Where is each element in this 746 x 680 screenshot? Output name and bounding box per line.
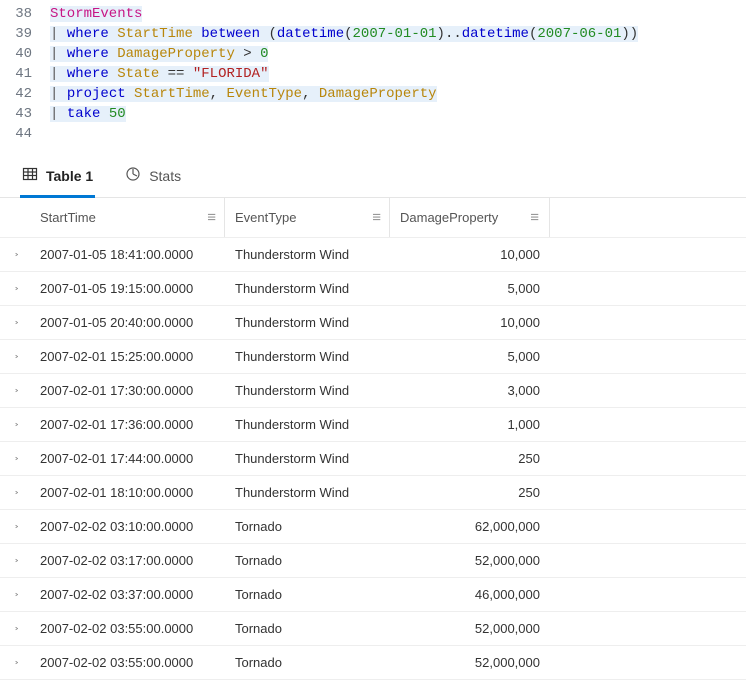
expand-row-icon[interactable]: ⌄ <box>0 316 30 329</box>
cell-eventtype: Thunderstorm Wind <box>225 417 390 432</box>
line-number: 40 <box>0 44 50 64</box>
cell-starttime: 2007-02-01 17:30:00.0000 <box>30 383 225 398</box>
cell-eventtype: Thunderstorm Wind <box>225 383 390 398</box>
cell-starttime: 2007-02-02 03:37:00.0000 <box>30 587 225 602</box>
grid-header: StartTime ≡ EventType ≡ DamageProperty ≡ <box>0 198 746 238</box>
cell-eventtype: Tornado <box>225 655 390 670</box>
expand-row-icon[interactable]: ⌄ <box>0 418 30 431</box>
cell-eventtype: Thunderstorm Wind <box>225 349 390 364</box>
column-header-eventtype[interactable]: EventType ≡ <box>225 198 390 237</box>
table-row[interactable]: ⌄2007-02-02 03:55:00.0000Tornado52,000,0… <box>0 612 746 646</box>
line-number: 38 <box>0 4 50 24</box>
cell-starttime: 2007-01-05 19:15:00.0000 <box>30 281 225 296</box>
line-number: 41 <box>0 64 50 84</box>
stats-icon <box>125 166 141 185</box>
expand-row-icon[interactable]: ⌄ <box>0 384 30 397</box>
cell-starttime: 2007-02-02 03:17:00.0000 <box>30 553 225 568</box>
table-row[interactable]: ⌄2007-02-02 03:37:00.0000Tornado46,000,0… <box>0 578 746 612</box>
cell-damageproperty: 10,000 <box>390 247 550 262</box>
cell-damageproperty: 52,000,000 <box>390 621 550 636</box>
cell-starttime: 2007-02-02 03:55:00.0000 <box>30 655 225 670</box>
cell-eventtype: Thunderstorm Wind <box>225 281 390 296</box>
cell-damageproperty: 62,000,000 <box>390 519 550 534</box>
table-row[interactable]: ⌄2007-01-05 19:15:00.0000Thunderstorm Wi… <box>0 272 746 306</box>
expand-row-icon[interactable]: ⌄ <box>0 554 30 567</box>
cell-starttime: 2007-01-05 18:41:00.0000 <box>30 247 225 262</box>
expand-row-icon[interactable]: ⌄ <box>0 520 30 533</box>
cell-damageproperty: 250 <box>390 451 550 466</box>
cell-eventtype: Tornado <box>225 621 390 636</box>
cell-damageproperty: 10,000 <box>390 315 550 330</box>
table-row[interactable]: ⌄2007-02-02 03:17:00.0000Tornado52,000,0… <box>0 544 746 578</box>
cell-damageproperty: 3,000 <box>390 383 550 398</box>
cell-starttime: 2007-02-01 15:25:00.0000 <box>30 349 225 364</box>
cell-eventtype: Thunderstorm Wind <box>225 315 390 330</box>
cell-damageproperty: 5,000 <box>390 349 550 364</box>
tab-stats[interactable]: Stats <box>123 160 183 198</box>
cell-starttime: 2007-02-01 17:44:00.0000 <box>30 451 225 466</box>
column-menu-icon[interactable]: ≡ <box>207 209 216 226</box>
table-row[interactable]: ⌄2007-02-01 17:30:00.0000Thunderstorm Wi… <box>0 374 746 408</box>
cell-starttime: 2007-01-05 20:40:00.0000 <box>30 315 225 330</box>
column-menu-icon[interactable]: ≡ <box>372 209 381 226</box>
cell-starttime: 2007-02-01 17:36:00.0000 <box>30 417 225 432</box>
table-row[interactable]: ⌄2007-02-02 03:10:00.0000Tornado62,000,0… <box>0 510 746 544</box>
line-number: 43 <box>0 104 50 124</box>
cell-damageproperty: 52,000,000 <box>390 655 550 670</box>
table-icon <box>22 166 38 185</box>
expand-row-icon[interactable]: ⌄ <box>0 656 30 669</box>
expand-row-icon[interactable]: ⌄ <box>0 452 30 465</box>
cell-damageproperty: 1,000 <box>390 417 550 432</box>
result-tabs: Table 1 Stats <box>0 152 746 198</box>
cell-starttime: 2007-02-02 03:55:00.0000 <box>30 621 225 636</box>
table-row[interactable]: ⌄2007-02-01 18:10:00.0000Thunderstorm Wi… <box>0 476 746 510</box>
table-row[interactable]: ⌄2007-01-05 18:41:00.0000Thunderstorm Wi… <box>0 238 746 272</box>
column-header-starttime[interactable]: StartTime ≡ <box>30 198 225 237</box>
line-number: 44 <box>0 124 50 144</box>
expand-row-icon[interactable]: ⌄ <box>0 350 30 363</box>
tab-table[interactable]: Table 1 <box>20 160 95 198</box>
query-editor[interactable]: 38 StormEvents 39 | where StartTime betw… <box>0 0 746 152</box>
cell-eventtype: Tornado <box>225 553 390 568</box>
table-row[interactable]: ⌄2007-02-01 17:44:00.0000Thunderstorm Wi… <box>0 442 746 476</box>
tab-label: Stats <box>149 168 181 184</box>
cell-damageproperty: 52,000,000 <box>390 553 550 568</box>
cell-starttime: 2007-02-02 03:10:00.0000 <box>30 519 225 534</box>
expand-row-icon[interactable]: ⌄ <box>0 486 30 499</box>
expand-row-icon[interactable]: ⌄ <box>0 622 30 635</box>
cell-eventtype: Thunderstorm Wind <box>225 451 390 466</box>
table-row[interactable]: ⌄2007-02-01 17:36:00.0000Thunderstorm Wi… <box>0 408 746 442</box>
cell-eventtype: Tornado <box>225 519 390 534</box>
results-grid: StartTime ≡ EventType ≡ DamageProperty ≡… <box>0 198 746 680</box>
cell-starttime: 2007-02-01 18:10:00.0000 <box>30 485 225 500</box>
cell-damageproperty: 5,000 <box>390 281 550 296</box>
table-row[interactable]: ⌄2007-02-02 03:55:00.0000Tornado52,000,0… <box>0 646 746 680</box>
cell-damageproperty: 250 <box>390 485 550 500</box>
cell-eventtype: Thunderstorm Wind <box>225 247 390 262</box>
column-header-damageproperty[interactable]: DamageProperty ≡ <box>390 198 550 237</box>
table-row[interactable]: ⌄2007-01-05 20:40:00.0000Thunderstorm Wi… <box>0 306 746 340</box>
expand-row-icon[interactable]: ⌄ <box>0 588 30 601</box>
cell-eventtype: Tornado <box>225 587 390 602</box>
expand-row-icon[interactable]: ⌄ <box>0 248 30 261</box>
table-row[interactable]: ⌄2007-02-01 15:25:00.0000Thunderstorm Wi… <box>0 340 746 374</box>
expand-row-icon[interactable]: ⌄ <box>0 282 30 295</box>
cell-damageproperty: 46,000,000 <box>390 587 550 602</box>
column-menu-icon[interactable]: ≡ <box>530 209 539 226</box>
line-number: 42 <box>0 84 50 104</box>
tab-label: Table 1 <box>46 168 93 184</box>
line-number: 39 <box>0 24 50 44</box>
cell-eventtype: Thunderstorm Wind <box>225 485 390 500</box>
